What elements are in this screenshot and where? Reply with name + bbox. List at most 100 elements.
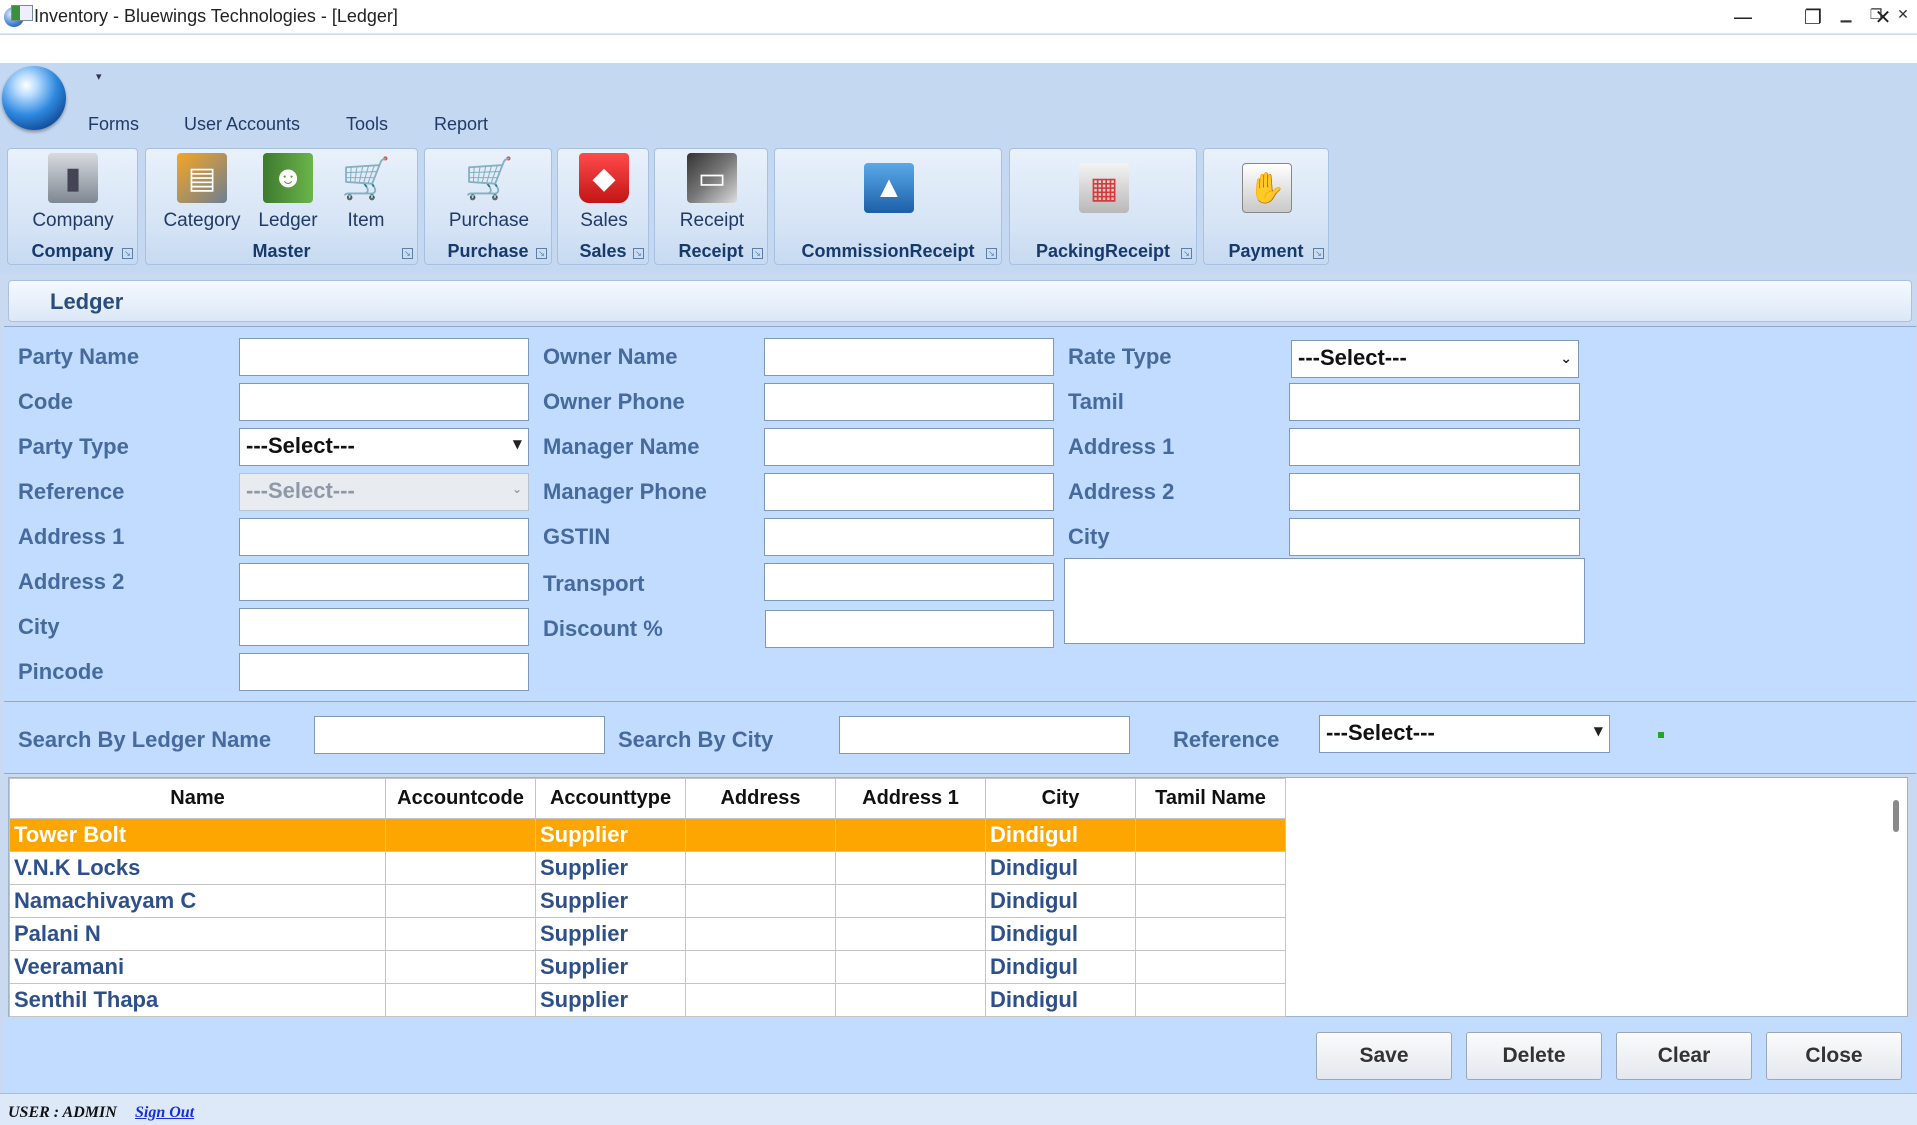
cell-name: Namachivayam C [9,884,386,918]
tamil-input[interactable] [1289,383,1580,421]
manager-phone-input[interactable] [764,473,1054,511]
menu-report[interactable]: Report [434,114,488,135]
tamil-label: Tamil [1068,389,1124,414]
manager-name-input[interactable] [764,428,1054,466]
column-header-city[interactable]: City [985,778,1136,819]
receipt-button[interactable]: ▭ Receipt [673,153,751,232]
search-ledger-input[interactable] [314,716,605,754]
ledger-grid: Name Accountcode Accounttype Address Add… [9,778,1286,1017]
cell-name: V.N.K Locks [9,851,386,885]
table-row[interactable]: V.N.K Locks Supplier Dindigul [9,851,1286,885]
dialog-launcher-icon[interactable]: ↘ [1313,248,1324,259]
table-row[interactable]: Veeramani Supplier Dindigul [9,950,1286,984]
reference-select: ---Select--- ⌄ [239,473,529,511]
pincode-input[interactable] [239,653,529,691]
code-input[interactable] [239,383,529,421]
address1-label: Address 1 [18,524,125,549]
quick-access-chevron-icon[interactable]: ▾ [96,70,102,83]
reference-label: Reference [18,479,125,504]
rate-type-select[interactable]: ---Select--- ⌄ [1291,340,1579,378]
item-button[interactable]: 🛒 Item [338,153,394,232]
table-row[interactable]: Tower Bolt Supplier Dindigul [9,818,1286,852]
column-header-accounttype[interactable]: Accounttype [535,778,686,819]
dialog-launcher-icon[interactable]: ↘ [402,248,413,259]
company-button[interactable]: ▮ Company [28,153,118,232]
minimize-button[interactable]: — [1718,2,1768,32]
party-type-select[interactable]: ---Select--- ▼ [239,428,529,466]
mdi-minimize-button[interactable]: ▁ [1833,4,1859,26]
city-input-right[interactable] [1289,518,1580,556]
dialog-launcher-icon[interactable]: ↘ [633,248,644,259]
city-label: City [18,614,60,639]
cell-city: Dindigul [985,884,1136,918]
category-button[interactable]: ▤ Category [162,153,242,232]
page-title: Ledger [50,289,124,314]
city-input[interactable] [239,608,529,646]
menu-tools[interactable]: Tools [346,114,388,135]
cell-address [685,917,836,951]
dialog-launcher-icon[interactable]: ↘ [986,248,997,259]
address2-input-right[interactable] [1289,473,1580,511]
dialog-launcher-icon[interactable]: ↘ [536,248,547,259]
address1-input-right[interactable] [1289,428,1580,466]
transport-input[interactable] [764,563,1054,601]
application-menu-globe-icon[interactable] [2,66,66,130]
window-title: Inventory - Bluewings Technologies - [Le… [34,6,398,26]
dialog-launcher-icon[interactable]: ↘ [122,248,133,259]
close-button[interactable]: Close [1766,1032,1902,1080]
code-label: Code [18,389,73,414]
menu-user-accounts[interactable]: User Accounts [184,114,300,135]
party-name-label: Party Name [18,344,140,369]
discount-input[interactable] [765,610,1054,648]
clear-button[interactable]: Clear [1616,1032,1752,1080]
ribbon-group-packing-receipt: ▦ PackingReceipt ↘ [1009,148,1197,265]
dialog-launcher-icon[interactable]: ↘ [752,248,763,259]
ledger-button[interactable]: ☻ Ledger [256,153,320,232]
dialog-launcher-icon[interactable]: ↘ [1181,248,1192,259]
gstin-input[interactable] [764,518,1054,556]
owner-name-input[interactable] [764,338,1054,376]
notes-textarea[interactable] [1064,558,1585,644]
column-header-name[interactable]: Name [9,778,386,819]
sales-button[interactable]: ◆ Sales [572,153,636,232]
grid-scrollbar-thumb[interactable] [1893,800,1899,832]
party-name-input[interactable] [239,338,529,376]
manager-phone-label: Manager Phone [543,479,707,504]
cell-city: Dindigul [985,950,1136,984]
packing-receipt-button[interactable]: ▦ [1074,163,1134,220]
calendar-icon: ▦ [1079,163,1129,213]
column-header-tamil-name[interactable]: Tamil Name [1135,778,1286,819]
receipt-card-icon: ▭ [687,153,737,203]
cell-accountcode [385,818,536,852]
purchase-button[interactable]: 🛒 Purchase [439,153,539,232]
address2-input[interactable] [239,563,529,601]
commission-receipt-button[interactable]: ▲ [859,163,919,220]
cell-name: Senthil Thapa [9,983,386,1017]
menu-forms[interactable]: Forms [88,114,139,135]
restore-button[interactable]: ❐ [1788,2,1838,32]
table-row[interactable]: Senthil Thapa Supplier Dindigul [9,983,1286,1017]
cell-address [685,983,836,1017]
pincode-label: Pincode [18,659,104,684]
delete-button[interactable]: Delete [1466,1032,1602,1080]
discount-label: Discount % [543,616,663,641]
owner-phone-input[interactable] [764,383,1054,421]
mdi-close-button[interactable]: ✕ [1890,4,1916,26]
mdi-restore-button[interactable]: ❐ [1863,4,1889,26]
cell-address [685,851,836,885]
cell-accountcode [385,983,536,1017]
search-reference-select[interactable]: ---Select--- ▼ [1319,715,1610,753]
ledger-header-bar [8,280,1912,322]
column-header-accountcode[interactable]: Accountcode [385,778,536,819]
table-row[interactable]: Palani N Supplier Dindigul [9,917,1286,951]
address1-input[interactable] [239,518,529,556]
ribbon-group-commission-receipt: ▲ CommissionReceipt ↘ [774,148,1002,265]
table-row[interactable]: Namachivayam C Supplier Dindigul [9,884,1286,918]
column-header-address1[interactable]: Address 1 [835,778,986,819]
sign-out-link[interactable]: Sign Out [135,1104,194,1122]
search-city-input[interactable] [839,716,1130,754]
payment-button[interactable]: ✋ [1240,163,1294,220]
cell-accounttype: Supplier [535,818,686,852]
column-header-address[interactable]: Address [685,778,836,819]
save-button[interactable]: Save [1316,1032,1452,1080]
